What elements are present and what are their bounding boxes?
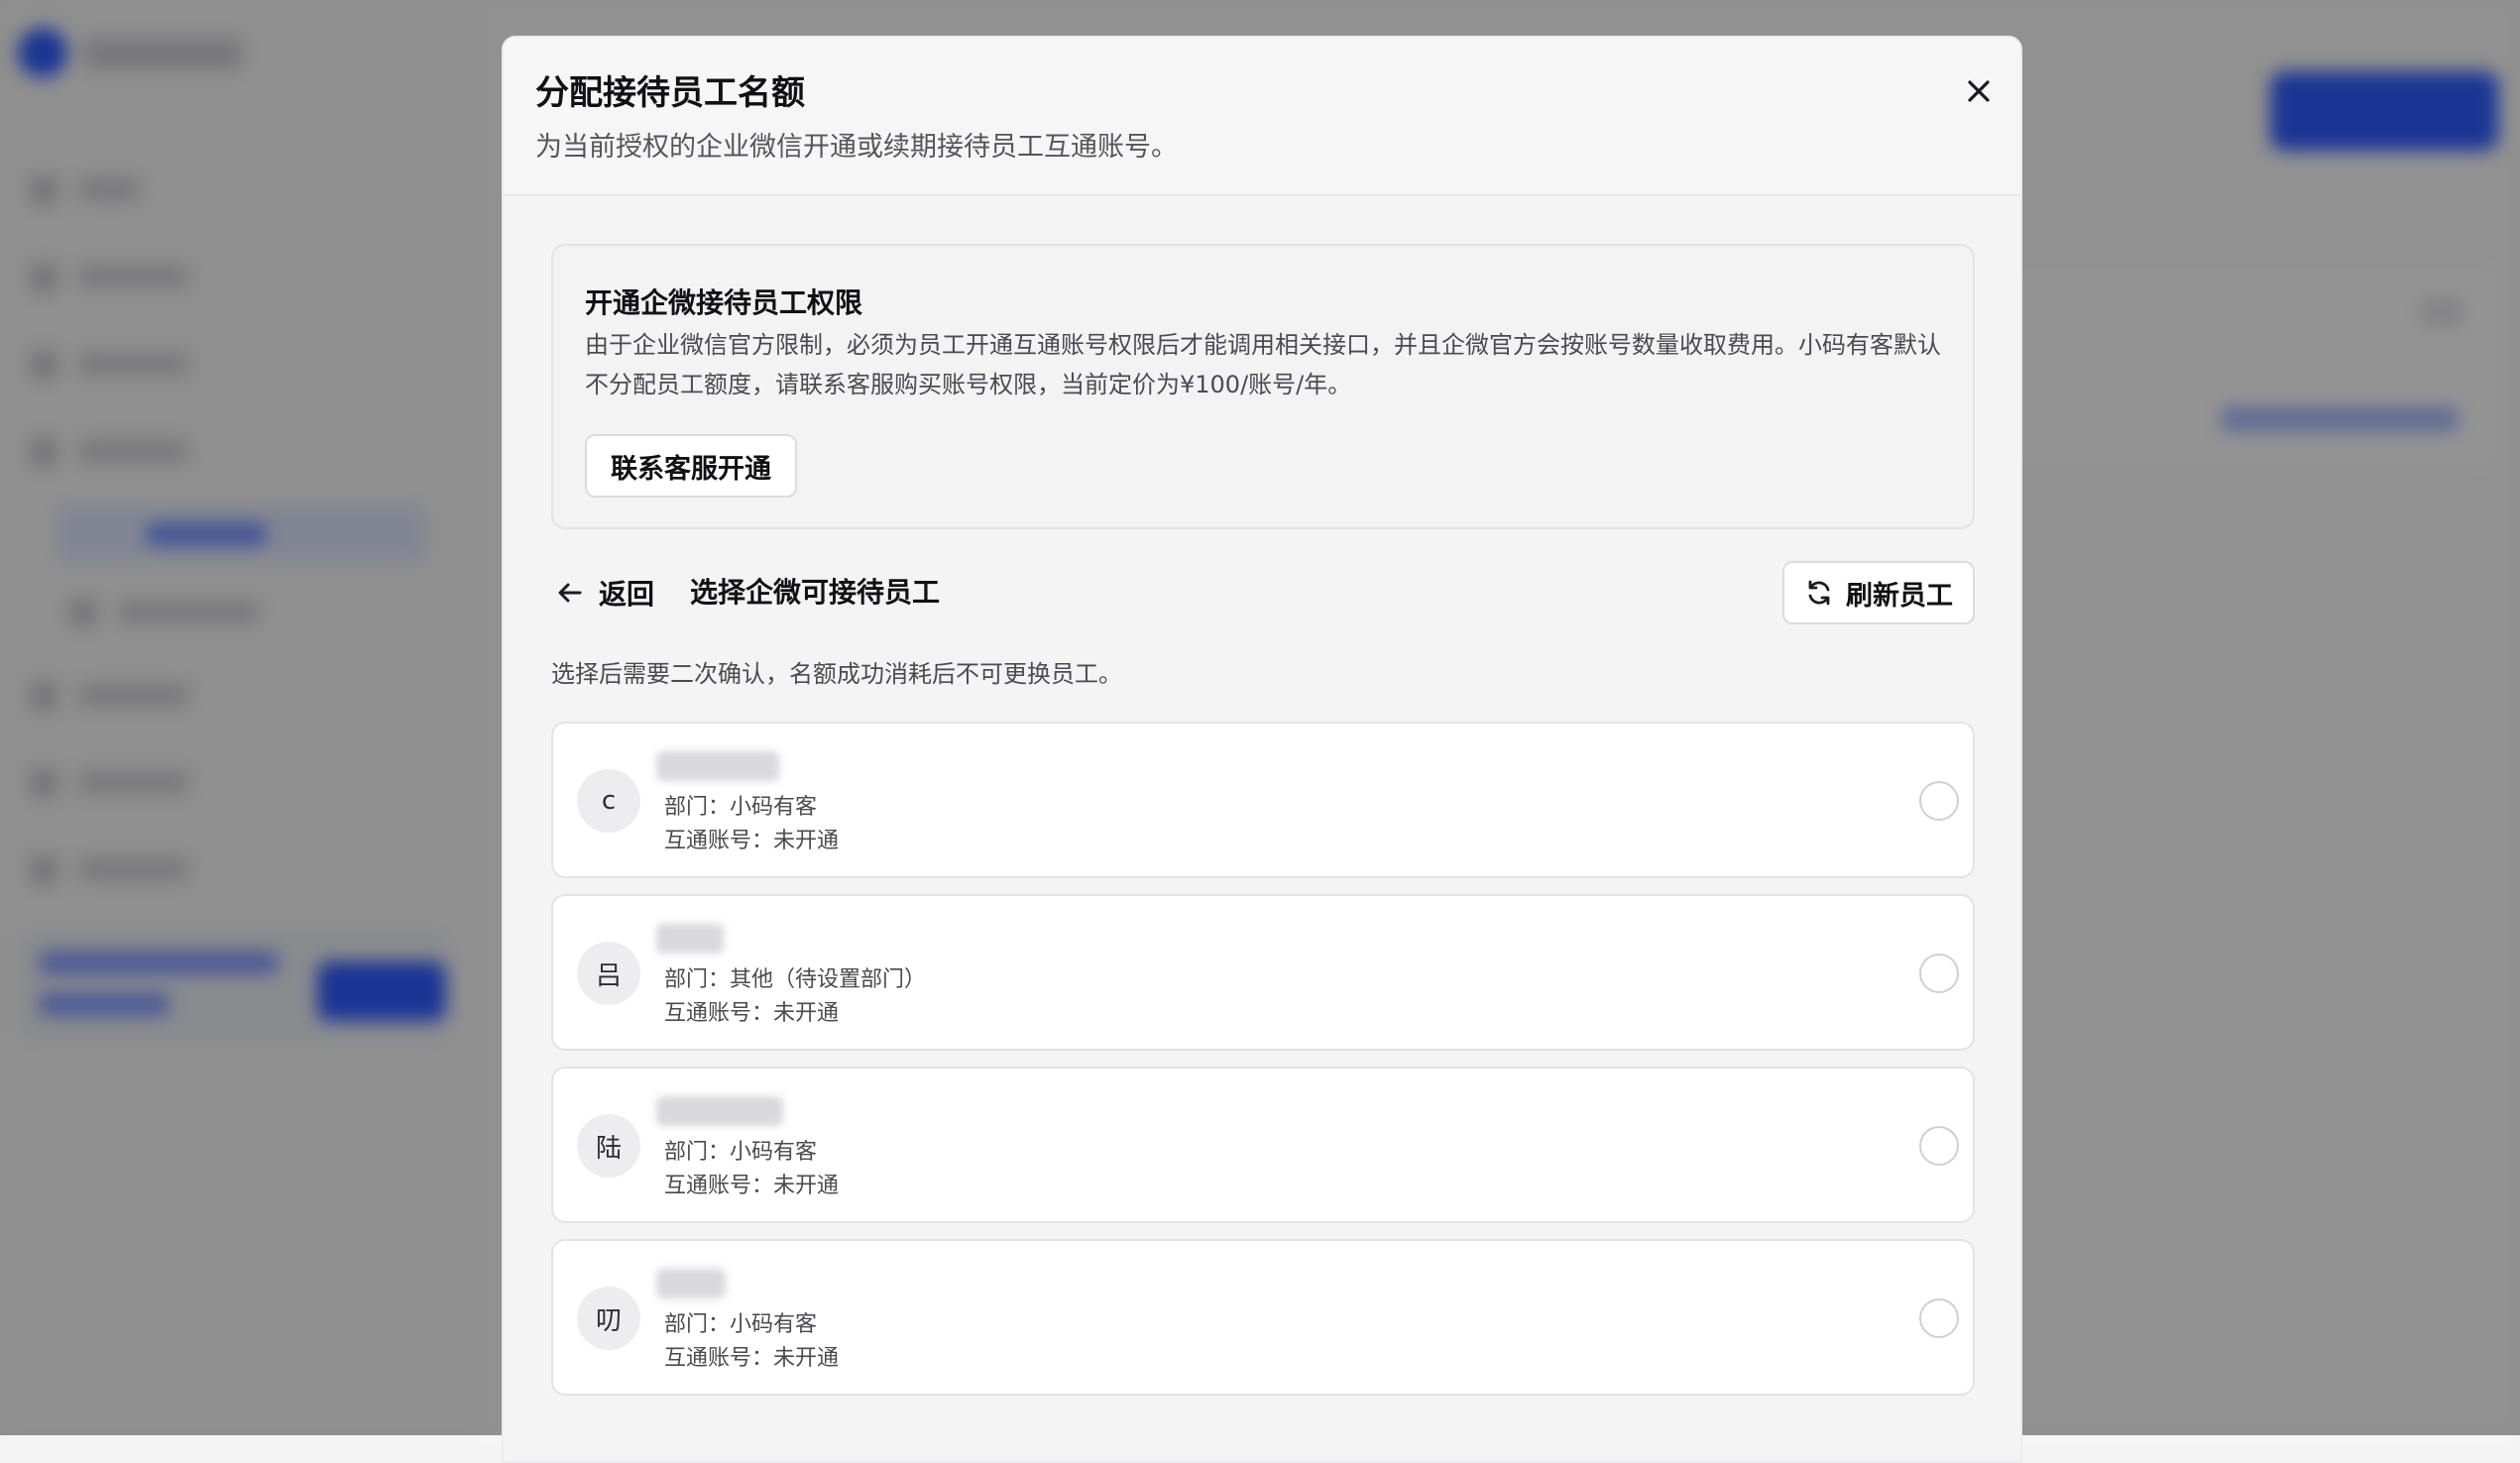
employee-select-radio[interactable] bbox=[1919, 1298, 1959, 1338]
employee-list: c 部门：小码有客 互通账号：未开通 吕 部门：其他（待设置部门） 互通账号：未… bbox=[551, 722, 1975, 1411]
avatar: 吕 bbox=[577, 942, 640, 1005]
contact-support-button[interactable]: 联系客服开通 bbox=[585, 434, 797, 498]
employee-card[interactable]: c 部门：小码有客 互通账号：未开通 bbox=[551, 722, 1975, 878]
assign-quota-modal: 分配接待员工名额 为当前授权的企业微信开通或续期接待员工互通账号。 开通企微接待… bbox=[502, 36, 2022, 1463]
employee-account-status: 互通账号：未开通 bbox=[664, 829, 840, 853]
employee-department: 部门：小码有客 bbox=[664, 795, 818, 820]
modal-title: 分配接待员工名额 bbox=[535, 73, 805, 113]
employee-department: 部门：其他（待设置部门） bbox=[664, 967, 927, 992]
modal-header: 分配接待员工名额 为当前授权的企业微信开通或续期接待员工互通账号。 bbox=[504, 38, 2020, 196]
refresh-employees-button[interactable]: 刷新员工 bbox=[1782, 561, 1975, 624]
employee-department: 部门：小码有客 bbox=[664, 1140, 818, 1165]
modal-body: 开通企微接待员工权限 由于企业微信官方限制，必须为员工开通互通账号权限后才能调用… bbox=[504, 196, 2020, 1461]
selection-hint: 选择后需要二次确认，名额成功消耗后不可更换员工。 bbox=[551, 660, 1122, 688]
avatar: 叨 bbox=[577, 1287, 640, 1350]
section-title: 选择企微可接待员工 bbox=[690, 576, 941, 609]
employee-select-radio[interactable] bbox=[1919, 781, 1959, 821]
employee-section-header: 返回 选择企微可接待员工 刷新员工 bbox=[551, 561, 1975, 624]
employee-card[interactable]: 吕 部门：其他（待设置部门） 互通账号：未开通 bbox=[551, 894, 1975, 1051]
avatar: 陆 bbox=[577, 1114, 640, 1178]
arrow-left-icon bbox=[558, 583, 582, 603]
notice-text: 由于企业微信官方限制，必须为员工开通互通账号权限后才能调用相关接口，并且企微官方… bbox=[585, 331, 1941, 398]
back-button[interactable]: 返回 bbox=[551, 561, 654, 624]
close-button[interactable] bbox=[1955, 67, 2003, 115]
employee-department: 部门：小码有客 bbox=[664, 1312, 818, 1337]
notice-title: 开通企微接待员工权限 bbox=[585, 286, 863, 319]
employee-select-radio[interactable] bbox=[1919, 1126, 1959, 1166]
employee-select-radio[interactable] bbox=[1919, 954, 1959, 993]
close-icon bbox=[1968, 80, 1990, 102]
employee-card[interactable]: 陆 部门：小码有客 互通账号：未开通 bbox=[551, 1067, 1975, 1223]
refresh-label: 刷新员工 bbox=[1846, 580, 1953, 612]
back-label: 返回 bbox=[599, 578, 655, 611]
employee-account-status: 互通账号：未开通 bbox=[664, 1346, 840, 1371]
employee-name-redacted bbox=[656, 1096, 783, 1126]
employee-account-status: 互通账号：未开通 bbox=[664, 1174, 840, 1198]
employee-name-redacted bbox=[656, 751, 779, 781]
employee-name-redacted bbox=[656, 924, 724, 954]
refresh-icon bbox=[1808, 580, 1830, 606]
avatar: c bbox=[577, 769, 640, 833]
employee-card[interactable]: 叨 部门：小码有客 互通账号：未开通 bbox=[551, 1239, 1975, 1396]
employee-account-status: 互通账号：未开通 bbox=[664, 1001, 840, 1026]
modal-subtitle: 为当前授权的企业微信开通或续期接待员工互通账号。 bbox=[535, 132, 1178, 163]
permission-notice-card: 开通企微接待员工权限 由于企业微信官方限制，必须为员工开通互通账号权限后才能调用… bbox=[551, 244, 1975, 529]
employee-name-redacted bbox=[656, 1269, 726, 1298]
